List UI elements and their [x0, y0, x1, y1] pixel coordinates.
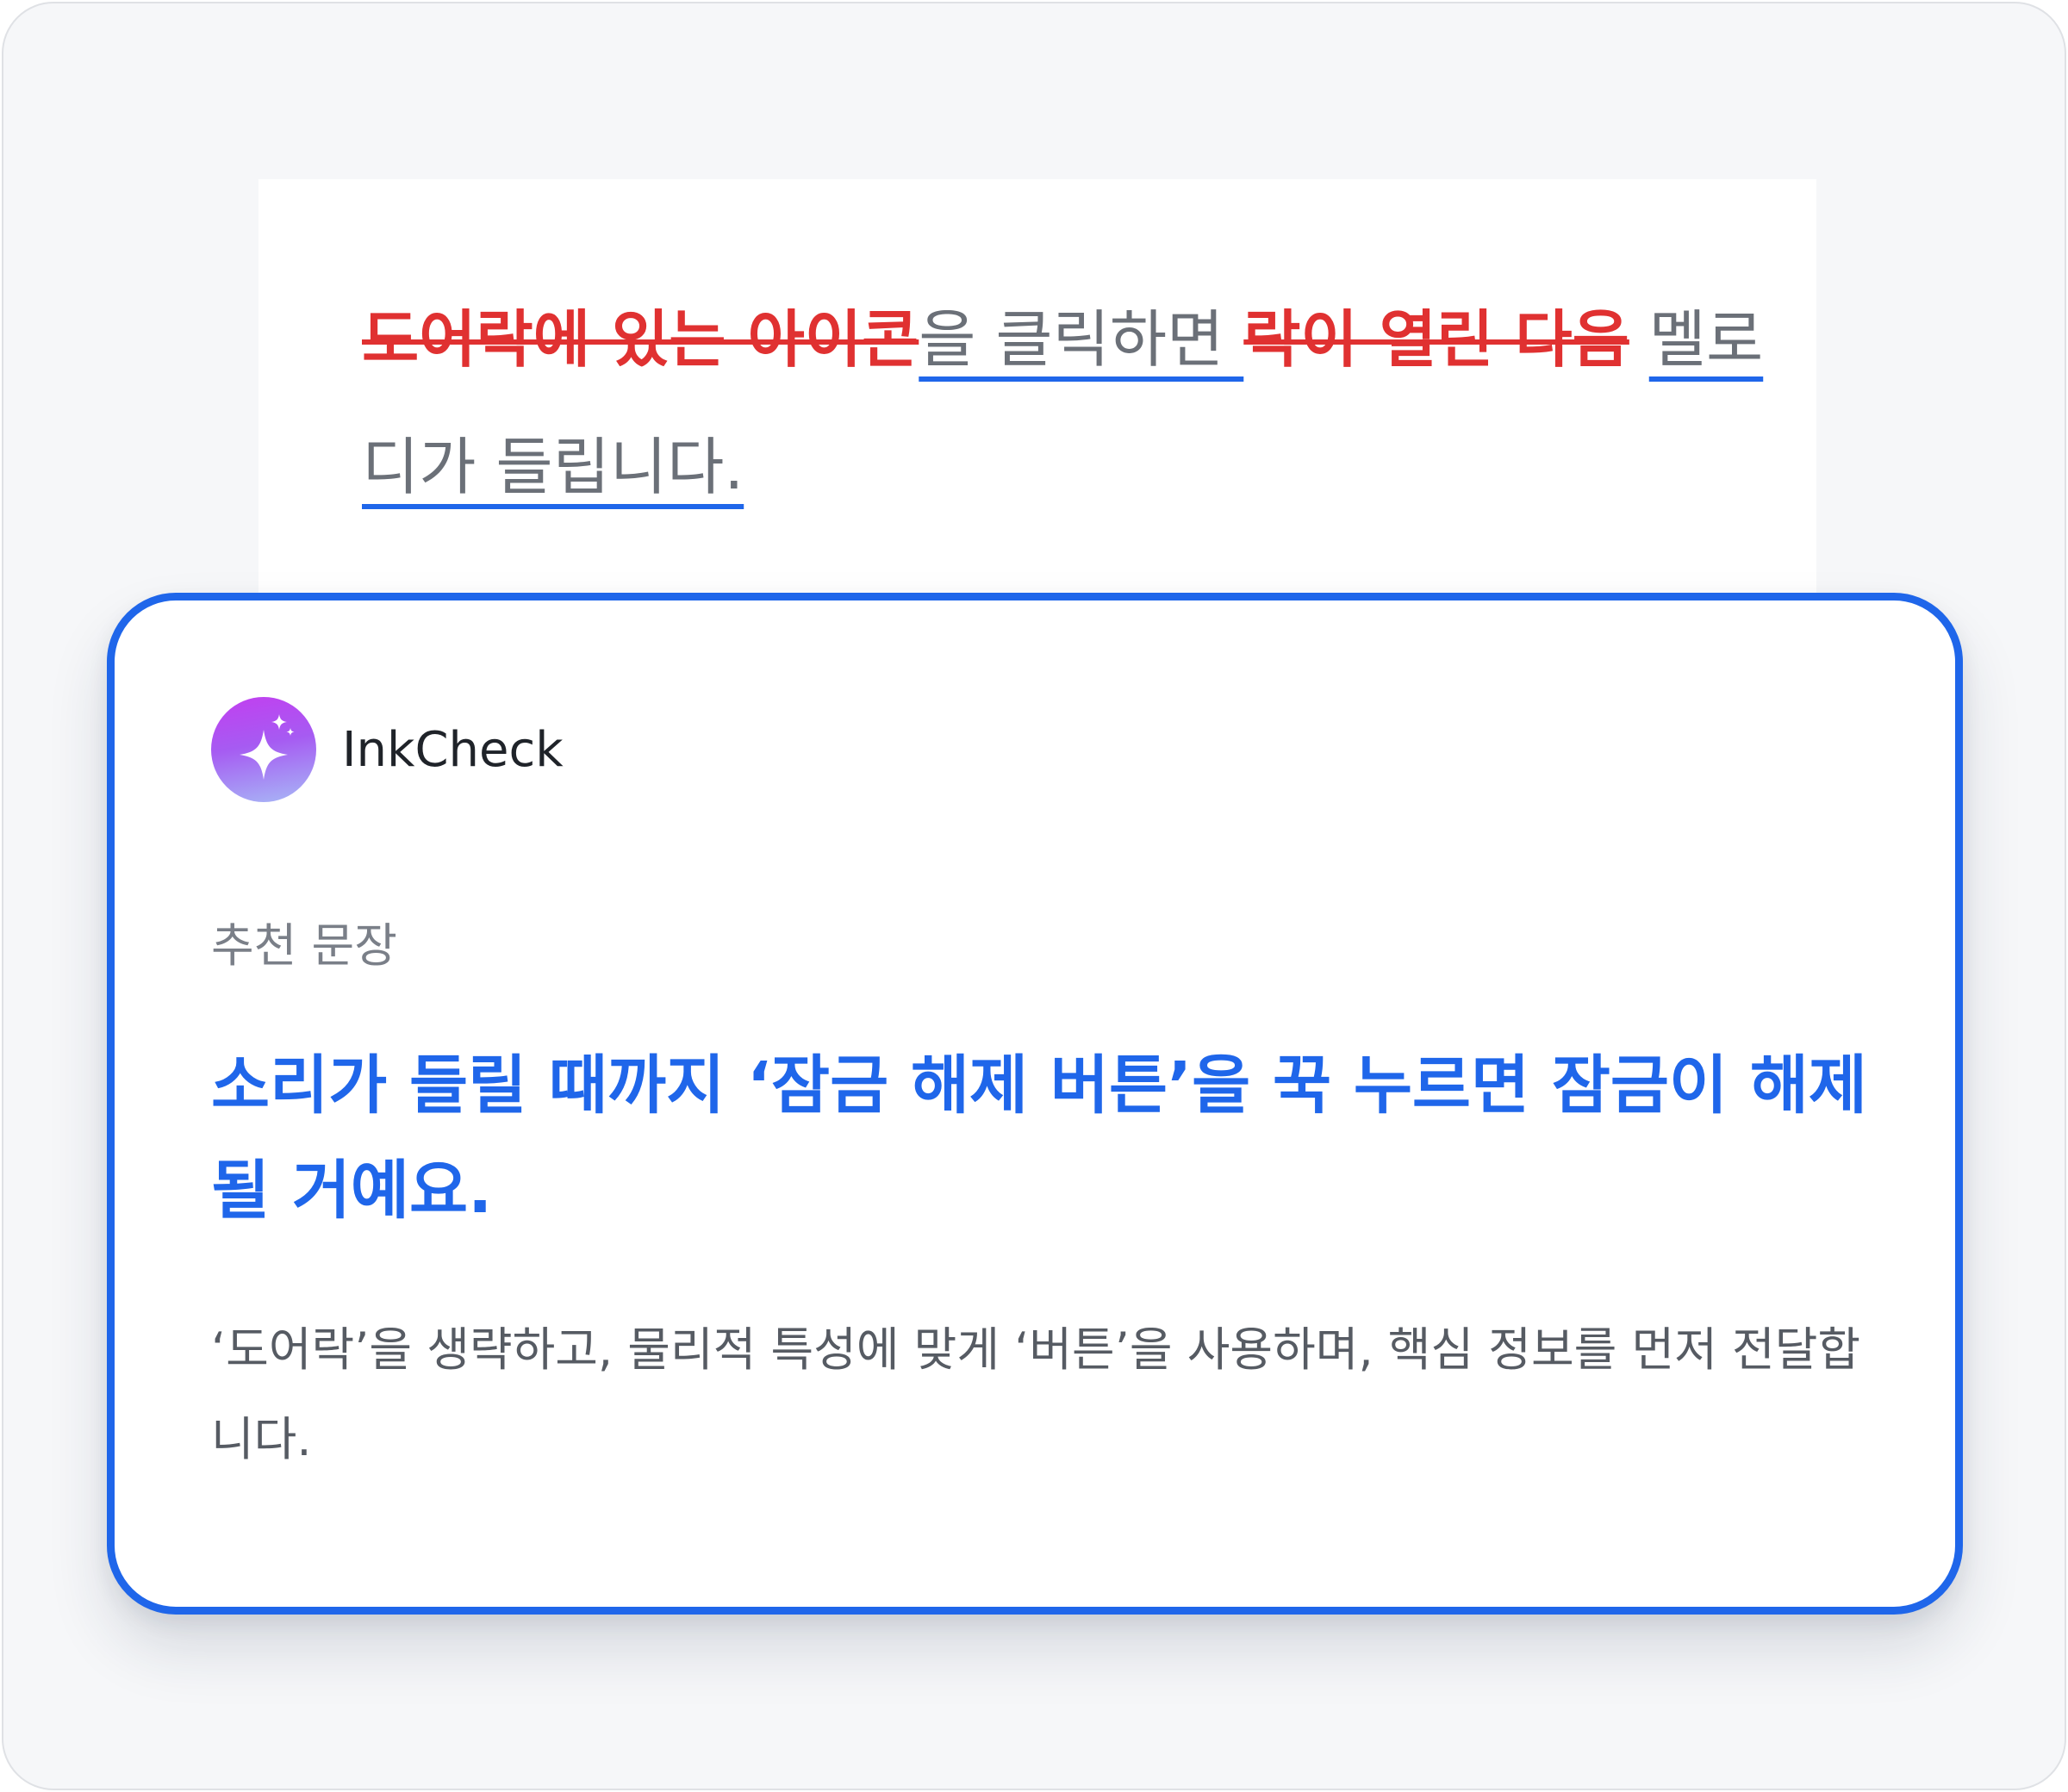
sparkle-icon — [240, 714, 295, 780]
inkcheck-logo — [211, 697, 316, 802]
flagged-text[interactable]: 을 클릭하면 — [919, 303, 1243, 376]
deleted-text: 락이 열린 다음 — [1243, 303, 1629, 376]
deleted-text: 도어락에 있는 아이콘 — [362, 303, 919, 376]
text-space — [1629, 303, 1649, 376]
screen-frame: 도어락에 있는 아이콘을 클릭하면 락이 열린 다음 멜로디가 들립니다. In… — [2, 2, 2066, 1790]
section-label: 추천 문장 — [211, 918, 397, 973]
document-sheet: 도어락에 있는 아이콘을 클릭하면 락이 열린 다음 멜로디가 들립니다. — [258, 179, 1816, 627]
document-text[interactable]: 도어락에 있는 아이콘을 클릭하면 락이 열린 다음 멜로디가 들립니다. — [362, 276, 1775, 531]
brand-name: InkCheck — [342, 722, 564, 778]
suggestion-card: InkCheck 추천 문장 소리가 들릴 때까지 ‘잠금 해제 버튼’을 꾹 … — [107, 593, 1963, 1615]
suggested-sentence[interactable]: 소리가 들릴 때까지 ‘잠금 해제 버튼’을 꾹 누르면 잠금이 해제될 거예요… — [211, 1033, 1874, 1243]
suggestion-explanation: ‘도어락’을 생략하고, 물리적 특성에 맞게 ‘버튼’을 사용하며, 핵심 정… — [211, 1322, 1861, 1466]
